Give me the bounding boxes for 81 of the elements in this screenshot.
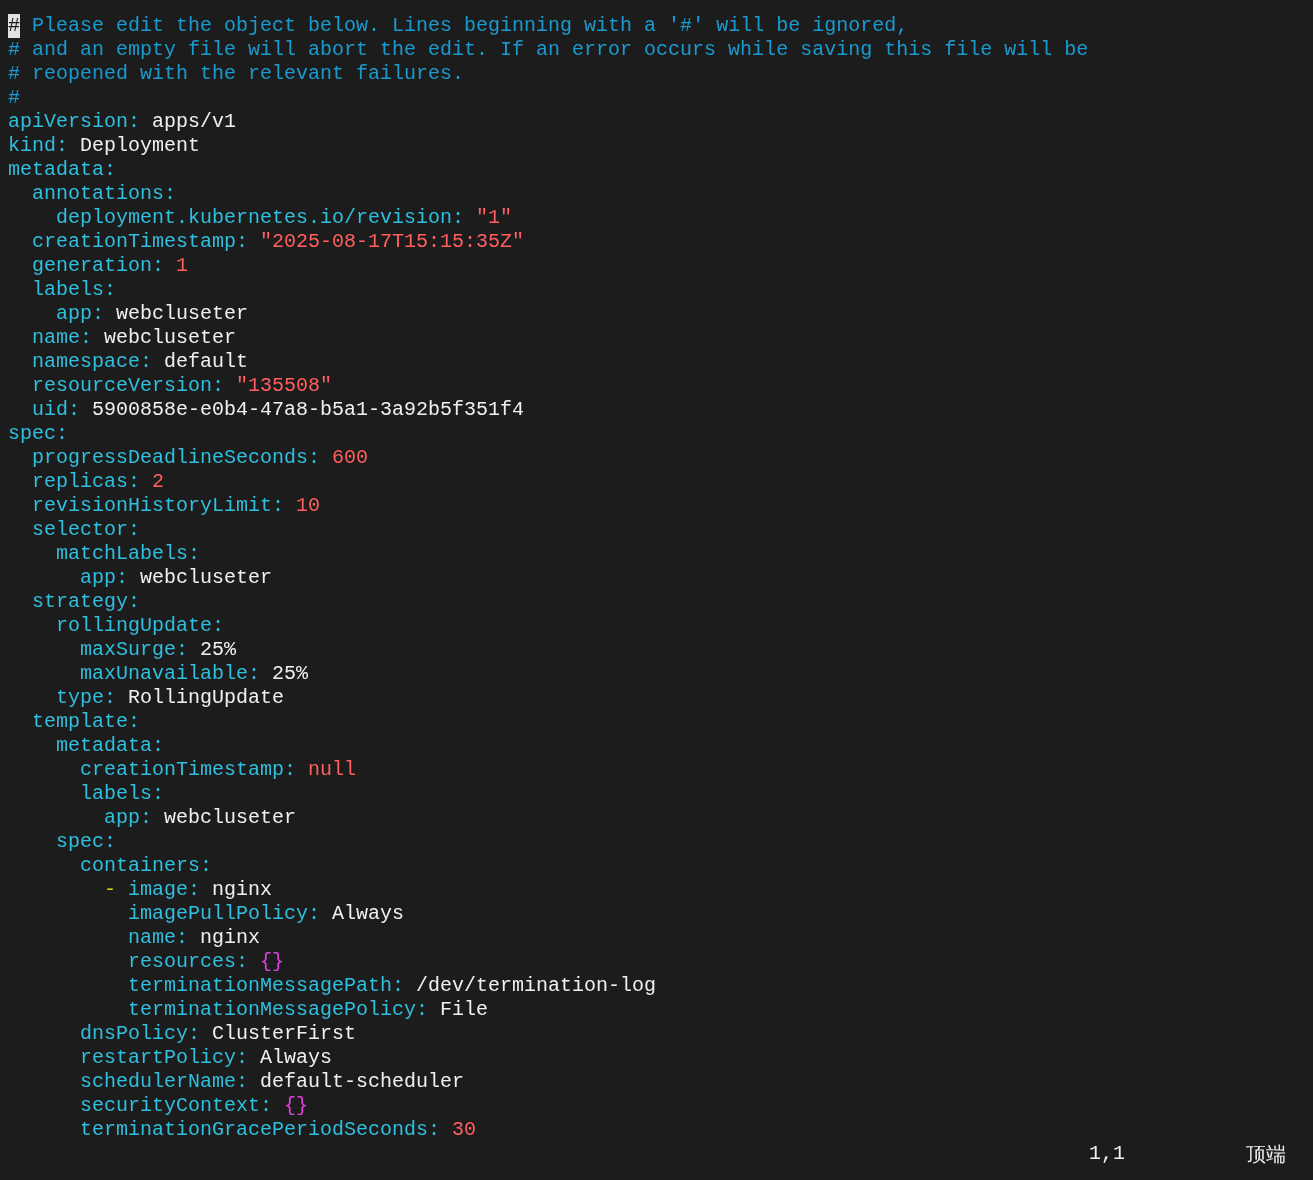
yaml-key: strategy: <box>32 590 141 614</box>
yaml-key: labels: <box>80 782 164 806</box>
cursor-position: 1,1 <box>1089 1142 1125 1166</box>
yaml-key: dnsPolicy: <box>80 1022 201 1046</box>
yaml-key: resourceVersion: <box>32 374 225 398</box>
yaml-value: 2 <box>151 470 165 494</box>
yaml-value: ClusterFirst <box>211 1022 357 1046</box>
yaml-value: 10 <box>295 494 321 518</box>
yaml-key: labels: <box>32 278 116 302</box>
yaml-value: RollingUpdate <box>127 686 285 710</box>
yaml-key: spec: <box>56 830 116 854</box>
yaml-key: generation: <box>32 254 165 278</box>
comment-text: Please edit the object below. Lines beginning with a '#' will be ignored, <box>31 14 909 38</box>
yaml-value: webcluseter <box>103 326 237 350</box>
yaml-value: {} <box>283 1094 309 1118</box>
yaml-key: app: <box>80 566 128 590</box>
text-cursor: # <box>8 14 20 38</box>
yaml-value: default-scheduler <box>259 1070 465 1094</box>
yaml-key: terminationMessagePath: <box>128 974 405 998</box>
yaml-key: restartPolicy: <box>80 1046 249 1070</box>
yaml-value: default <box>163 350 249 374</box>
yaml-key: revisionHistoryLimit: <box>32 494 285 518</box>
scroll-position: 顶端 <box>1246 1142 1286 1166</box>
yaml-key: selector: <box>32 518 141 542</box>
yaml-key: schedulerName: <box>80 1070 249 1094</box>
yaml-value: webcluseter <box>139 566 273 590</box>
yaml-value: "1" <box>475 206 513 230</box>
yaml-value: 25% <box>199 638 237 662</box>
yaml-value: 1 <box>175 254 189 278</box>
yaml-key: metadata: <box>8 158 117 182</box>
yaml-key: creationTimestamp: <box>32 230 249 254</box>
yaml-key: terminationGracePeriodSeconds: <box>80 1118 441 1142</box>
yaml-key: apiVersion: <box>8 110 141 134</box>
yaml-key: annotations: <box>32 182 177 206</box>
yaml-value: null <box>307 758 357 782</box>
yaml-key: uid: <box>32 398 80 422</box>
comment-text: # <box>8 86 20 110</box>
yaml-value: /dev/termination-log <box>415 974 657 998</box>
yaml-value: 5900858e-e0b4-47a8-b5a1-3a92b5f351f4 <box>91 398 525 422</box>
yaml-key: maxUnavailable: <box>80 662 261 686</box>
yaml-key: name: <box>32 326 92 350</box>
yaml-key: terminationMessagePolicy: <box>128 998 429 1022</box>
yaml-value: nginx <box>211 878 273 902</box>
yaml-key: replicas: <box>32 470 141 494</box>
yaml-value: 25% <box>271 662 309 686</box>
comment-text: # and an empty file will abort the edit. If an error occurs while saving this file will be <box>8 38 1089 62</box>
yaml-value: apps/v1 <box>151 110 237 134</box>
yaml-value: Always <box>331 902 405 926</box>
yaml-key: kind: <box>8 134 68 158</box>
yaml-key: app: <box>56 302 104 326</box>
yaml-value: 30 <box>451 1118 477 1142</box>
yaml-value: 600 <box>331 446 369 470</box>
yaml-key: spec: <box>8 422 68 446</box>
yaml-key: name: <box>128 926 188 950</box>
yaml-value: File <box>439 998 489 1022</box>
yaml-value: {} <box>259 950 285 974</box>
yaml-key: image: <box>128 878 201 902</box>
yaml-key: progressDeadlineSeconds: <box>32 446 321 470</box>
yaml-key: securityContext: <box>80 1094 273 1118</box>
yaml-key: template: <box>32 710 141 734</box>
yaml-key: namespace: <box>32 350 153 374</box>
yaml-key: containers: <box>80 854 213 878</box>
yaml-value: "135508" <box>235 374 333 398</box>
list-dash: - <box>104 878 117 902</box>
yaml-key: imagePullPolicy: <box>128 902 321 926</box>
yaml-value: webcluseter <box>115 302 249 326</box>
yaml-key: creationTimestamp: <box>80 758 297 782</box>
yaml-key: matchLabels: <box>56 542 201 566</box>
yaml-value: "2025-08-17T15:15:35Z" <box>259 230 525 254</box>
yaml-key: rollingUpdate: <box>56 614 225 638</box>
yaml-key: metadata: <box>56 734 165 758</box>
yaml-key: deployment.kubernetes.io/revision: <box>56 206 465 230</box>
comment-text: # reopened with the relevant failures. <box>8 62 465 86</box>
yaml-key: resources: <box>128 950 249 974</box>
yaml-value: Deployment <box>79 134 201 158</box>
yaml-value: Always <box>259 1046 333 1070</box>
yaml-key: type: <box>56 686 116 710</box>
yaml-key: app: <box>104 806 152 830</box>
yaml-value: webcluseter <box>163 806 297 830</box>
yaml-key: maxSurge: <box>80 638 189 662</box>
yaml-value: nginx <box>199 926 261 950</box>
